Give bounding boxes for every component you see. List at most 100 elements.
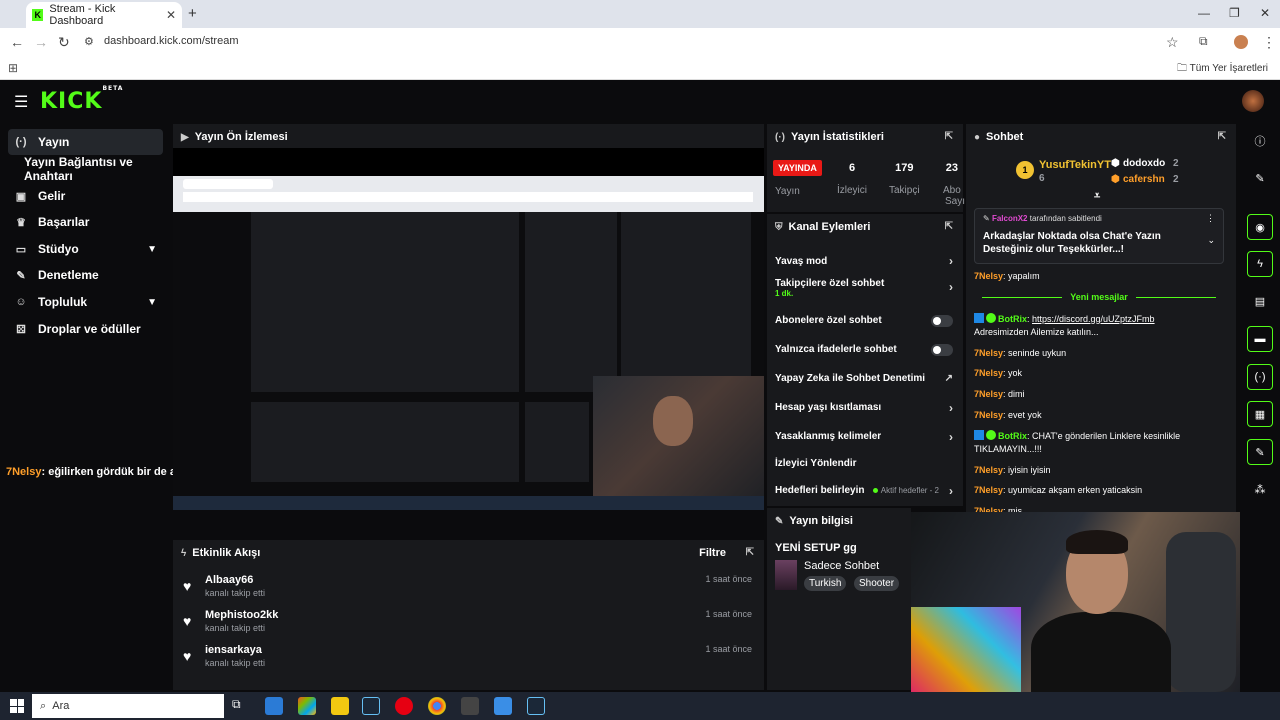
- gift-icon: ⚄: [16, 323, 26, 336]
- wrench-toggle-icon[interactable]: ✎: [1247, 439, 1273, 465]
- sidebar-item-gelir[interactable]: ▣ Gelir: [8, 183, 163, 209]
- windows-start-icon[interactable]: [10, 699, 24, 713]
- tab-title: Stream - Kick Dashboard: [49, 3, 116, 27]
- chevron-down-icon[interactable]: ⌄: [1207, 235, 1215, 246]
- filter-button[interactable]: Filtre: [699, 547, 726, 559]
- steam-icon[interactable]: [527, 697, 545, 715]
- app-icon[interactable]: [395, 697, 413, 715]
- actions-toggle-icon[interactable]: ▦: [1247, 401, 1273, 427]
- tag-chip[interactable]: Shooter: [854, 576, 900, 591]
- tag-chip[interactable]: Turkish: [804, 576, 847, 591]
- sidebar: (·) Yayın Yayın Bağlantısı ve Anahtarı ▣ G…: [0, 122, 170, 692]
- profile-avatar[interactable]: [1234, 35, 1248, 49]
- extensions-icon[interactable]: ⧉: [1199, 34, 1208, 49]
- sidebar-item-basarilar[interactable]: ♛ Başarılar: [8, 209, 163, 235]
- all-bookmarks[interactable]: 🗀 Tüm Yer İşaretleri: [1177, 61, 1268, 78]
- preview-header: ▶ Yayın Ön İzlemesi: [181, 131, 288, 143]
- stream-title: YENİ SETUP gg: [775, 542, 857, 554]
- preview-toggle-icon[interactable]: ◉: [1247, 214, 1273, 240]
- layout-icon[interactable]: ⁂: [1247, 476, 1273, 502]
- money-icon: ▣: [15, 190, 27, 203]
- discord-link[interactable]: https://discord.gg/uUZptzJFmb: [1032, 314, 1155, 324]
- forward-icon[interactable]: →: [34, 34, 48, 50]
- goals-status: Aktif hedefler - 2: [872, 486, 939, 495]
- app-icon[interactable]: [461, 697, 479, 715]
- menu-dots-icon[interactable]: ⋮: [1262, 34, 1276, 51]
- gift-icon: ⬢: [1111, 174, 1120, 185]
- popout-icon[interactable]: ⇱: [945, 221, 953, 232]
- close-tab-icon[interactable]: ✕: [166, 8, 176, 22]
- window-close-icon[interactable]: ✕: [1260, 6, 1270, 20]
- action-emotes-only[interactable]: Yalnızca ifadelerle sohbet: [767, 335, 963, 364]
- action-followers-only[interactable]: Takipçilere özel sohbet 1 dk. ›: [767, 276, 963, 306]
- action-ai-moderation[interactable]: Yapay Zeka ile Sohbet Denetimi ↗: [767, 364, 963, 393]
- bookmark-star-icon[interactable]: ☆: [1166, 34, 1179, 51]
- steam-icon[interactable]: [362, 697, 380, 715]
- hamburger-menu-icon[interactable]: ☰: [14, 92, 28, 112]
- new-tab-icon[interactable]: +: [188, 5, 197, 22]
- sidebar-item-denetleme[interactable]: ✎ Denetleme: [8, 262, 163, 288]
- user-avatar[interactable]: [1242, 90, 1264, 112]
- apps-grid-icon[interactable]: ⊞: [8, 61, 18, 75]
- browser-tab-bar: K Stream - Kick Dashboard ✕ + — ❐ ✕: [0, 0, 1280, 28]
- chevron-right-icon: ›: [949, 280, 953, 294]
- app-icon[interactable]: [265, 697, 283, 715]
- action-redirect-viewers[interactable]: İzleyici Yönlendir: [767, 451, 963, 476]
- heart-icon: ♥: [183, 578, 192, 594]
- action-set-goals[interactable]: Hedefleri belirleyin Aktif hedefler - 2 ›: [767, 476, 963, 505]
- sidebar-item-droplar[interactable]: ⚄ Droplar ve ödüller: [8, 316, 163, 342]
- reload-icon[interactable]: ↻: [58, 34, 70, 51]
- lightning-icon: ϟ: [181, 547, 187, 559]
- chevron-down-icon: ▼: [147, 296, 157, 308]
- kick-favicon-icon: K: [32, 9, 44, 21]
- live-badge: YAYINDA: [773, 160, 822, 176]
- task-view-icon[interactable]: ⧉: [232, 697, 250, 715]
- file-explorer-icon[interactable]: [331, 697, 349, 715]
- popout-icon[interactable]: ⇱: [945, 131, 953, 142]
- chrome-icon[interactable]: [428, 697, 446, 715]
- wrench-icon: ✎: [775, 515, 784, 527]
- popout-icon[interactable]: ⇱: [1218, 131, 1226, 142]
- info-icon[interactable]: ⓘ: [1247, 128, 1273, 154]
- action-slow-mode[interactable]: Yavaş mod ›: [767, 242, 963, 276]
- stats-toggle-icon[interactable]: (·): [1247, 364, 1273, 390]
- sidebar-item-topluluk[interactable]: ☺ Topluluk ▼: [8, 289, 163, 315]
- action-subs-only[interactable]: Abonelere özel sohbet: [767, 306, 963, 335]
- chat-message: 7Nelsy: dimi: [974, 389, 1025, 400]
- more-options-icon[interactable]: ⋮: [1206, 213, 1215, 224]
- action-account-age[interactable]: Hesap yaşı kısıtlaması ›: [767, 393, 963, 422]
- events-toggle-icon[interactable]: ϟ: [1247, 251, 1273, 277]
- chat-toggle-icon[interactable]: ▬: [1247, 326, 1273, 352]
- heart-icon: ♥: [183, 613, 192, 629]
- chat-message: 7Nelsy: yapalım: [974, 271, 1040, 281]
- taskbar-search[interactable]: ⌕ Ara: [32, 694, 224, 718]
- action-banned-words[interactable]: Yasaklanmış kelimeler ›: [767, 422, 963, 451]
- verified-icon: [986, 429, 996, 440]
- url-field[interactable]: dashboard.kick.com/stream: [104, 35, 239, 47]
- chevron-down-icon: ▼: [147, 243, 157, 255]
- browser-tab[interactable]: K Stream - Kick Dashboard ✕: [26, 2, 182, 28]
- app-icon[interactable]: [494, 697, 512, 715]
- document-icon[interactable]: ▤: [1247, 288, 1273, 314]
- wrench-icon: ✎: [16, 269, 26, 282]
- broadcast-icon: (·): [15, 136, 27, 148]
- site-info-icon[interactable]: ⚙: [84, 35, 94, 48]
- sidebar-item-yayin[interactable]: (·) Yayın: [8, 129, 163, 155]
- minimize-icon[interactable]: —: [1198, 6, 1210, 20]
- restore-icon[interactable]: ❐: [1229, 6, 1240, 20]
- sidebar-item-stream-key[interactable]: Yayın Bağlantısı ve Anahtarı: [8, 155, 163, 183]
- subs-only-toggle[interactable]: [931, 314, 953, 327]
- popout-icon[interactable]: ⇱: [746, 547, 754, 558]
- event-row: ♥ Albaay66 kanalı takip etti 1 saat önce: [183, 574, 752, 598]
- sidebar-item-studyo[interactable]: ▭ Stüdyo ▼: [8, 236, 163, 262]
- edit-icon[interactable]: ✎: [1247, 165, 1273, 191]
- back-icon[interactable]: ←: [10, 34, 24, 50]
- chat-message: BotRix: CHAT'e gönderilen Linklere kesin…: [974, 429, 1181, 454]
- copilot-icon[interactable]: [298, 697, 316, 715]
- emotes-only-toggle[interactable]: [931, 343, 953, 356]
- collapse-icon[interactable]: ⩡: [1094, 190, 1100, 203]
- stream-preview-video[interactable]: [173, 148, 764, 510]
- stream-category: Sadece Sohbet: [804, 560, 880, 572]
- kick-logo[interactable]: KICKBETA: [40, 85, 123, 114]
- bookmarks-bar: ⊞ 🗀 Tüm Yer İşaretleri: [0, 56, 1280, 80]
